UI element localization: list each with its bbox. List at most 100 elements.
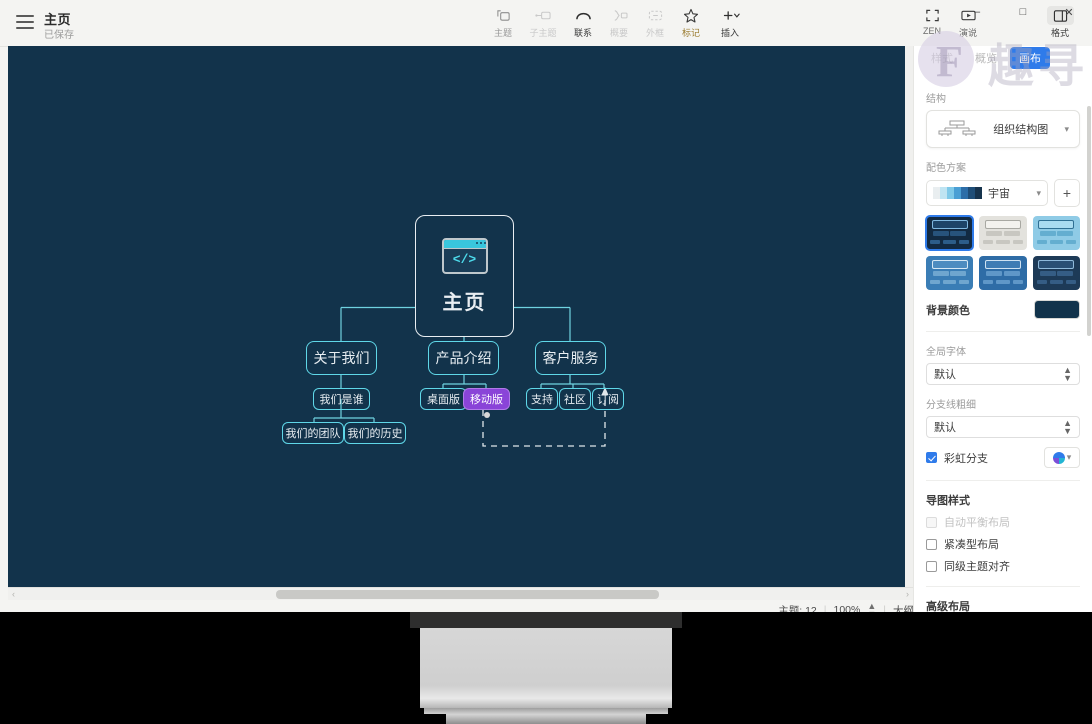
node-label: 支持 [531, 394, 553, 406]
code-glyph: </> [452, 251, 477, 267]
close-button[interactable]: ✕ [1046, 0, 1092, 24]
structure-value: 组织结构图 [993, 124, 1049, 136]
toolbar-marker[interactable]: 标记 [673, 6, 709, 42]
node-label: 订阅 [597, 394, 619, 406]
global-font-value: 默认 [934, 369, 956, 381]
chevron-down-icon: ▾ [1036, 187, 1041, 198]
status-divider-1: | [823, 604, 827, 612]
sibling-align-checkbox[interactable] [926, 560, 937, 572]
tab-style[interactable]: 样式 [922, 47, 962, 69]
toolbar-topic-label: 主题 [493, 28, 512, 38]
mindmap-canvas[interactable]: </> 主页 关于我们 产品介绍 客户服务 我们是谁 桌面版 移动版 支持 社区… [8, 46, 913, 587]
mindmap-node-service[interactable]: 客户服务 [535, 341, 606, 375]
canvas-horizontal-scrollbar[interactable]: ‹ › [8, 587, 913, 601]
branch-width-label: 分支线粗细 [926, 400, 976, 411]
mindmap-node-mobile[interactable]: 移动版 [463, 388, 510, 418]
scheme-label: 配色方案 [926, 163, 966, 174]
auto-balance-label: 自动平衡布局 [944, 517, 1010, 529]
structure-section: 结构 组织结构图 ▾ [914, 90, 1092, 148]
theme-thumb-4[interactable] [926, 256, 974, 290]
theme-thumb-5[interactable] [979, 256, 1027, 290]
mindmap-node-about[interactable]: 关于我们 [306, 341, 377, 375]
device-body [420, 628, 672, 708]
mindmap-root-node[interactable]: </> 主页 [415, 215, 514, 337]
node-label: 我们的历史 [347, 428, 403, 440]
node-label: 客户服务 [542, 350, 599, 366]
global-font-select[interactable]: 默认 ▲ ▼ [926, 363, 1080, 385]
map-style-item-align[interactable]: 同级主题对齐 [926, 558, 1080, 574]
hamburger-menu-icon[interactable] [16, 15, 34, 29]
node-label: 社区 [564, 394, 586, 406]
outline-button[interactable]: 大纲 [893, 603, 914, 613]
org-chart-icon [938, 120, 976, 136]
summary-icon [611, 6, 628, 25]
map-style-item-auto-balance[interactable]: 自动平衡布局 [926, 514, 1080, 530]
color-scheme-section: 配色方案 宇宙 ▾ + 背景颜色 全局字体 默认 ▲ ▼ 分支线粗细 默认 ▲ … [914, 159, 1092, 612]
advanced-layout-title: 高级布局 [926, 601, 970, 612]
sibling-align-label: 同级主题对齐 [944, 561, 1010, 573]
application-window: 主页 已保存 主题 子主题 联系 概要 外框 标记 插入 ZEN 演说 格式 –… [0, 0, 1092, 612]
zoom-stepper[interactable]: ▲▼ [867, 602, 876, 613]
topic-count: 主题: 12 [778, 604, 817, 613]
toolbar-summary[interactable]: 概要 [601, 6, 637, 42]
toolbar-zen-label: ZEN [923, 26, 941, 36]
structure-label: 结构 [926, 94, 946, 105]
divider [926, 586, 1080, 587]
structure-select[interactable]: 组织结构图 ▾ [926, 110, 1080, 148]
node-label: 关于我们 [313, 350, 370, 366]
add-scheme-button[interactable]: + [1054, 179, 1080, 207]
toolbar-boundary[interactable]: 外框 [637, 6, 673, 42]
divider [926, 331, 1080, 332]
toolbar-subtopic-label: 子主题 [529, 28, 557, 38]
global-font-label: 全局字体 [926, 347, 966, 358]
mindmap-node-desktop[interactable]: 桌面版 [420, 388, 467, 410]
code-window-icon: </> [441, 237, 488, 274]
compact-layout-checkbox[interactable] [926, 538, 937, 550]
node-label: 移动版 [470, 394, 503, 406]
background-color-swatch[interactable] [1034, 300, 1080, 319]
mindmap-node-our-history[interactable]: 我们的历史 [344, 422, 406, 444]
scroll-right-arrow[interactable]: › [906, 589, 909, 599]
mindmap-node-our-team[interactable]: 我们的团队 [282, 422, 344, 444]
mindmap-node-products[interactable]: 产品介绍 [428, 341, 499, 375]
toolbar-topic[interactable]: 主题 [485, 6, 521, 42]
theme-thumb-2[interactable] [979, 216, 1027, 250]
theme-thumb-3[interactable] [1032, 216, 1080, 250]
rainbow-color-select[interactable]: ▾ [1044, 447, 1080, 468]
plus-icon [719, 6, 741, 25]
theme-thumb-6[interactable] [1032, 256, 1080, 290]
toolbar-insert[interactable]: 插入 [709, 6, 751, 42]
zoom-level[interactable]: 100% [833, 604, 860, 612]
scroll-thumb[interactable] [276, 590, 659, 599]
rainbow-wheel-icon [1052, 451, 1065, 464]
toolbar-subtopic[interactable]: 子主题 [521, 6, 565, 42]
mindmap-node-who-we-are[interactable]: 我们是谁 [313, 388, 370, 410]
rainbow-branch-checkbox[interactable] [926, 452, 937, 463]
panel-scrollbar[interactable] [1087, 106, 1091, 336]
toolbar-relationship-label: 联系 [573, 28, 592, 38]
scheme-select[interactable]: 宇宙 ▾ [926, 180, 1048, 206]
mindmap-node-subscribe[interactable]: 订阅 [592, 388, 624, 410]
scroll-left-arrow[interactable]: ‹ [12, 589, 15, 599]
device-notch-left [410, 714, 446, 724]
window-controls: – □ ✕ [954, 0, 1092, 24]
canvas-vertical-scrollbar[interactable] [905, 46, 913, 587]
root-node-label: 主页 [442, 291, 487, 314]
subtopic-icon [534, 6, 552, 25]
map-style-item-compact[interactable]: 紧凑型布局 [926, 536, 1080, 552]
chevron-down-icon: ▾ [1064, 123, 1069, 134]
toolbar-zen[interactable]: ZEN [914, 6, 950, 42]
tab-canvas[interactable]: 画布 [1010, 47, 1050, 69]
mindmap-node-support[interactable]: 支持 [526, 388, 558, 410]
toolbar-boundary-label: 外框 [645, 28, 664, 38]
minimize-button[interactable]: – [954, 0, 1000, 24]
theme-thumb-1[interactable] [924, 215, 975, 251]
maximize-button[interactable]: □ [1000, 0, 1046, 24]
toolbar-relationship[interactable]: 联系 [565, 6, 601, 42]
mindmap-node-community[interactable]: 社区 [559, 388, 591, 410]
rainbow-branch-row: 彩虹分支 ▾ [926, 447, 1080, 468]
branch-width-select[interactable]: 默认 ▲ ▼ [926, 416, 1080, 438]
rainbow-branch-label: 彩虹分支 [944, 452, 988, 465]
tab-overview[interactable]: 概览 [966, 47, 1006, 69]
toolbar-marker-label: 标记 [681, 28, 700, 38]
